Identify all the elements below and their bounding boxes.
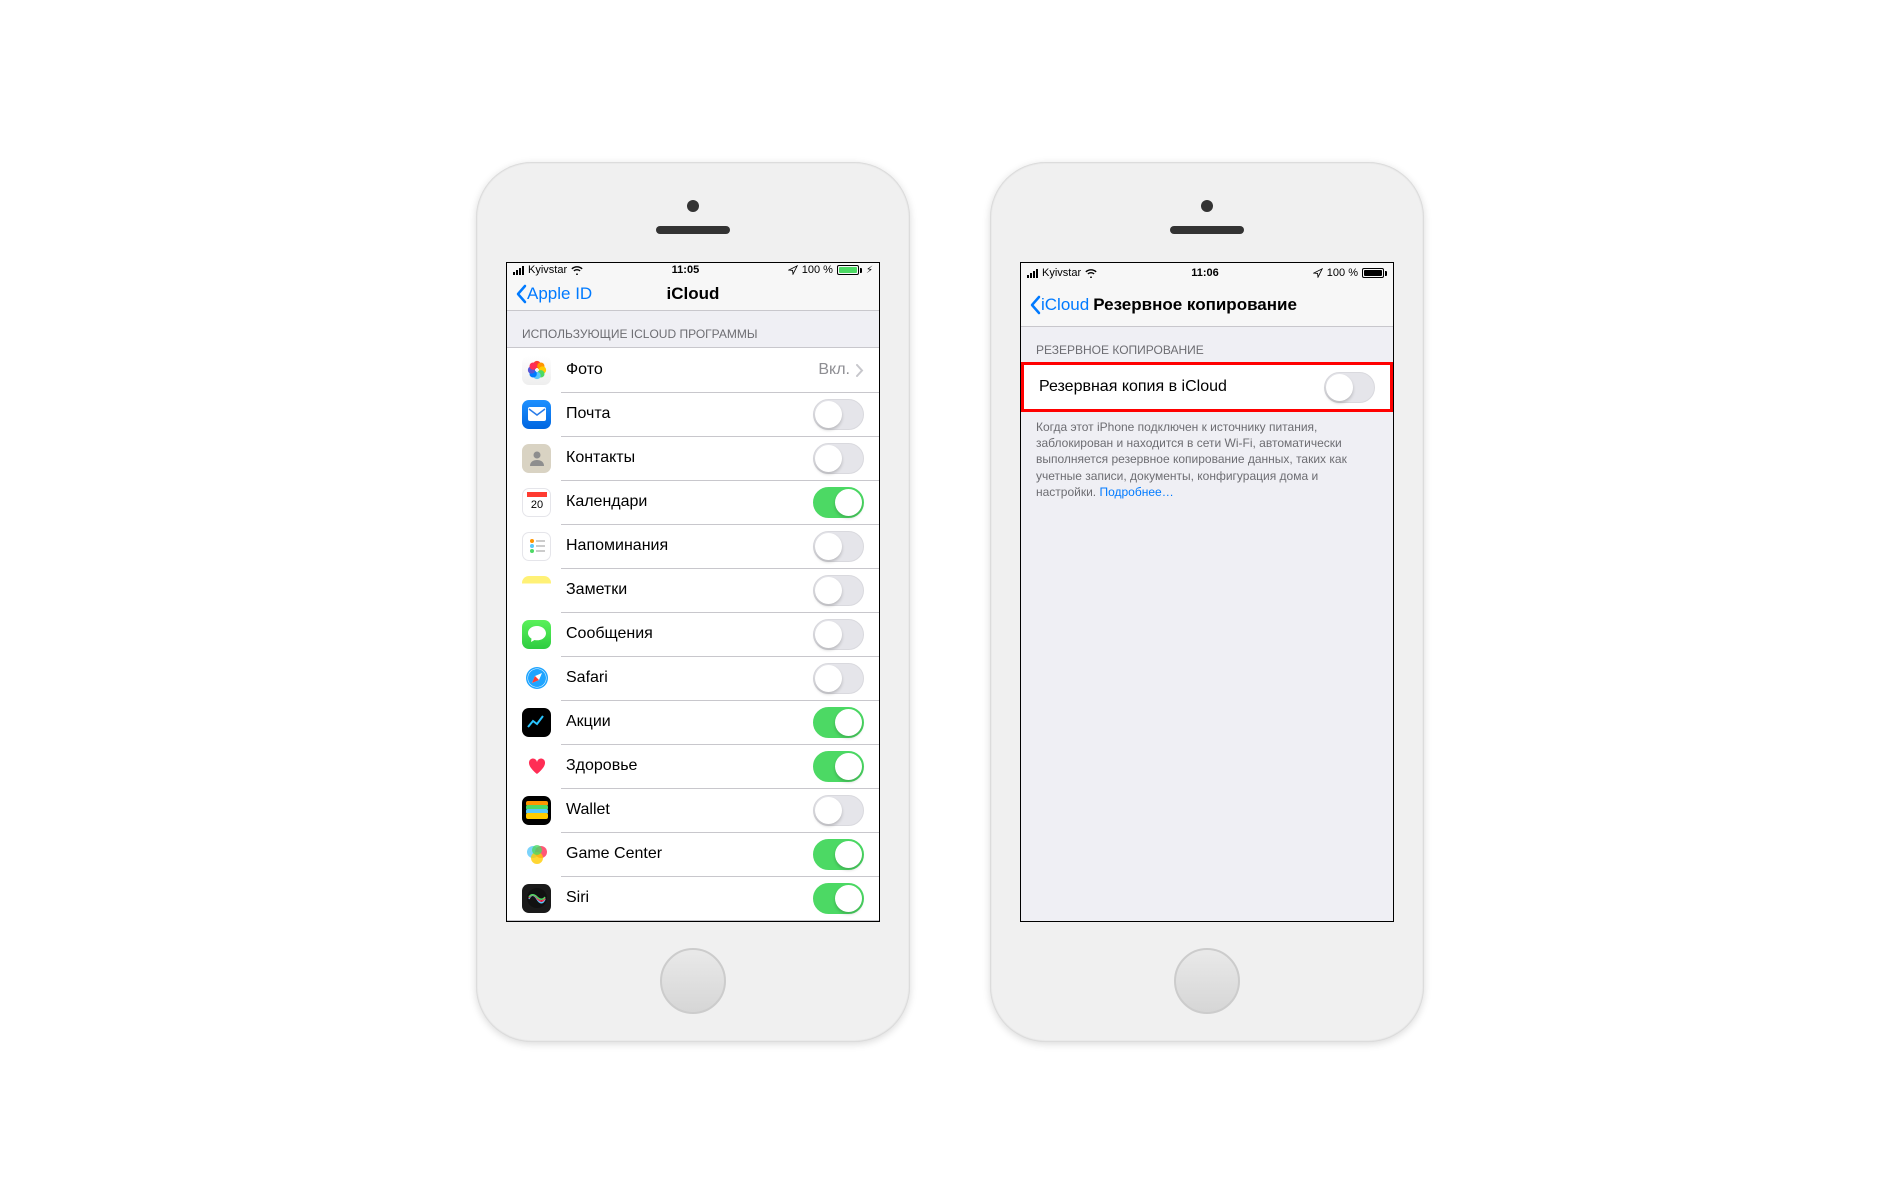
wifi-icon bbox=[571, 265, 583, 275]
status-time: 11:06 bbox=[1097, 267, 1313, 279]
screen-left: Kyivstar 11:05 100 % ⚡︎ Apple ID bbox=[506, 262, 880, 922]
notes-toggle[interactable] bbox=[813, 575, 864, 606]
row-label: Календари bbox=[566, 493, 813, 511]
location-icon bbox=[1313, 268, 1323, 278]
signal-icon bbox=[513, 265, 524, 275]
icloud-apps-list: ФотоВкл. Почта Контакты 20 Календари Напомина… bbox=[507, 347, 879, 921]
row-label: Резервная копия в iCloud bbox=[1039, 378, 1324, 396]
status-bar: Kyivstar 11:06 100 % bbox=[1021, 263, 1393, 283]
safari-toggle[interactable] bbox=[813, 663, 864, 694]
row-notes[interactable]: Заметки bbox=[507, 568, 879, 612]
row-label: Почта bbox=[566, 405, 813, 423]
battery-icon bbox=[1362, 268, 1387, 278]
row-siri[interactable]: Siri bbox=[507, 876, 879, 920]
nav-bar: iCloud Резервное копирование bbox=[1021, 283, 1393, 327]
reminders-toggle[interactable] bbox=[813, 531, 864, 562]
row-gamecenter[interactable]: Game Center bbox=[507, 832, 879, 876]
mail-icon bbox=[522, 400, 551, 429]
contacts-icon bbox=[522, 444, 551, 473]
reminders-icon bbox=[522, 532, 551, 561]
icloud-backup-toggle[interactable] bbox=[1324, 372, 1375, 403]
location-icon bbox=[788, 265, 798, 275]
siri-toggle[interactable] bbox=[813, 883, 864, 914]
contacts-toggle[interactable] bbox=[813, 443, 864, 474]
battery-pct: 100 % bbox=[1327, 267, 1358, 279]
row-wallet[interactable]: Wallet bbox=[507, 788, 879, 832]
back-label: iCloud bbox=[1041, 295, 1089, 315]
health-icon bbox=[522, 752, 551, 781]
footer-text: Когда этот iPhone подключен к источнику … bbox=[1036, 420, 1347, 499]
row-label: Wallet bbox=[566, 801, 813, 819]
messages-toggle[interactable] bbox=[813, 619, 864, 650]
row-label: Safari bbox=[566, 669, 813, 687]
wifi-icon bbox=[1085, 268, 1097, 278]
calendar-toggle[interactable] bbox=[813, 487, 864, 518]
row-label: Game Center bbox=[566, 845, 813, 863]
home-button[interactable] bbox=[1174, 948, 1240, 1014]
carrier-label: Kyivstar bbox=[528, 264, 567, 276]
svg-text:20: 20 bbox=[530, 499, 542, 511]
row-label: Акции bbox=[566, 713, 813, 731]
notes-icon bbox=[522, 576, 551, 605]
row-safari[interactable]: Safari bbox=[507, 656, 879, 700]
status-time: 11:05 bbox=[583, 264, 788, 276]
mail-toggle[interactable] bbox=[813, 399, 864, 430]
gamecenter-icon bbox=[522, 840, 551, 869]
wallet-icon bbox=[522, 796, 551, 825]
phone-camera bbox=[687, 200, 699, 212]
messages-icon bbox=[522, 620, 551, 649]
row-mail[interactable]: Почта bbox=[507, 392, 879, 436]
battery-pct: 100 % bbox=[802, 264, 833, 276]
row-label: Здоровье bbox=[566, 757, 813, 775]
iphone-device-right: Kyivstar 11:06 100 % iCloud Ре bbox=[990, 162, 1424, 1042]
safari-icon bbox=[522, 664, 551, 693]
siri-icon bbox=[522, 884, 551, 913]
learn-more-link[interactable]: Подробнее… bbox=[1099, 485, 1173, 499]
section-footer: Когда этот iPhone подключен к источнику … bbox=[1021, 411, 1393, 506]
chevron-right-icon bbox=[856, 364, 864, 377]
back-button[interactable]: Apple ID bbox=[515, 284, 592, 304]
row-detail: Вкл. bbox=[818, 361, 850, 379]
status-bar: Kyivstar 11:05 100 % ⚡︎ bbox=[507, 263, 879, 278]
calendar-icon: 20 bbox=[522, 488, 551, 517]
wallet-toggle[interactable] bbox=[813, 795, 864, 826]
row-calendar[interactable]: 20 Календари bbox=[507, 480, 879, 524]
row-label: Заметки bbox=[566, 581, 813, 599]
phone-camera bbox=[1201, 200, 1213, 212]
battery-icon bbox=[837, 265, 862, 275]
section-header: ИСПОЛЬЗУЮЩИЕ ICLOUD ПРОГРАММЫ bbox=[507, 311, 879, 347]
nav-bar: Apple ID iCloud bbox=[507, 278, 879, 311]
photos-icon bbox=[522, 356, 551, 385]
back-button[interactable]: iCloud bbox=[1029, 295, 1089, 315]
row-label: Напоминания bbox=[566, 537, 813, 555]
row-messages[interactable]: Сообщения bbox=[507, 612, 879, 656]
row-reminders[interactable]: Напоминания bbox=[507, 524, 879, 568]
home-button[interactable] bbox=[660, 948, 726, 1014]
signal-icon bbox=[1027, 268, 1038, 278]
row-icloud-backup[interactable]: Резервная копия в iCloud bbox=[1024, 365, 1390, 409]
nav-title: Резервное копирование bbox=[1089, 295, 1385, 315]
row-label: Siri bbox=[566, 889, 813, 907]
row-contacts[interactable]: Контакты bbox=[507, 436, 879, 480]
charging-icon: ⚡︎ bbox=[866, 265, 873, 276]
row-health[interactable]: Здоровье bbox=[507, 744, 879, 788]
backup-list: Резервная копия в iCloud bbox=[1021, 362, 1393, 412]
stocks-toggle[interactable] bbox=[813, 707, 864, 738]
section-header: РЕЗЕРВНОЕ КОПИРОВАНИЕ bbox=[1021, 327, 1393, 363]
health-toggle[interactable] bbox=[813, 751, 864, 782]
gamecenter-toggle[interactable] bbox=[813, 839, 864, 870]
carrier-label: Kyivstar bbox=[1042, 267, 1081, 279]
row-photos[interactable]: ФотоВкл. bbox=[507, 348, 879, 392]
back-label: Apple ID bbox=[527, 284, 592, 304]
screen-right: Kyivstar 11:06 100 % iCloud Ре bbox=[1020, 262, 1394, 922]
row-label: Фото bbox=[566, 361, 818, 379]
iphone-device-left: Kyivstar 11:05 100 % ⚡︎ Apple ID bbox=[476, 162, 910, 1042]
stocks-icon bbox=[522, 708, 551, 737]
row-label: Контакты bbox=[566, 449, 813, 467]
row-stocks[interactable]: Акции bbox=[507, 700, 879, 744]
phone-speaker bbox=[1170, 226, 1244, 234]
phone-speaker bbox=[656, 226, 730, 234]
row-label: Сообщения bbox=[566, 625, 813, 643]
